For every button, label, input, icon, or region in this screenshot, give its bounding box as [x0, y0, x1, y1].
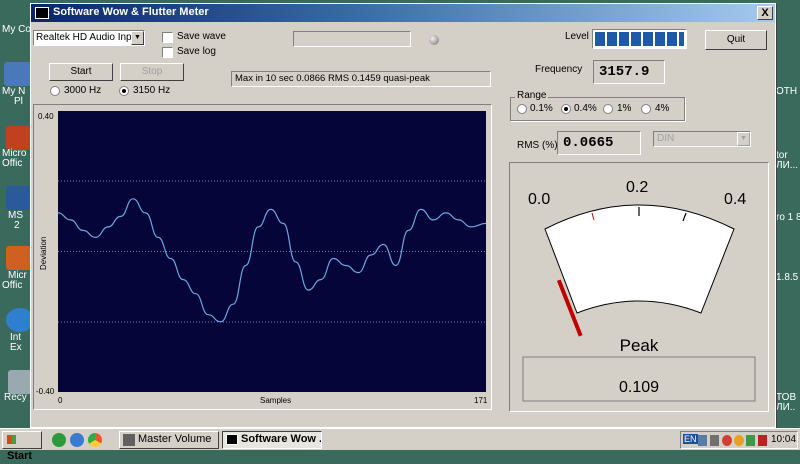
clock[interactable]: 10:04	[771, 434, 796, 445]
frequency-label: Frequency	[535, 64, 583, 75]
meter-panel: 0.0 0.2 0.4 Peak 0.109	[509, 162, 769, 412]
save-wave-checkbox[interactable]	[162, 32, 173, 43]
chevron-down-icon[interactable]: ▼	[131, 31, 144, 45]
language-indicator[interactable]: EN	[683, 434, 698, 444]
y-axis-label: Deviation	[39, 237, 48, 270]
system-tray: EN 10:04	[680, 431, 798, 449]
windows-logo-icon	[7, 435, 16, 444]
range-4-label: 4%	[655, 103, 670, 114]
device-select[interactable]: Realtek HD Audio Input ▼	[33, 30, 145, 46]
start-menu-button[interactable]: Start	[2, 431, 42, 462]
app-icon	[35, 7, 49, 19]
x-start-tick: 0	[58, 396, 63, 405]
tray-app-icon[interactable]	[722, 435, 732, 446]
tray-app-icon[interactable]	[758, 435, 767, 446]
weighting-value: DIN	[657, 133, 675, 144]
start-menu-label: Start	[7, 450, 33, 462]
range-1-label: 1%	[617, 103, 632, 114]
device-select-value: Realtek HD Audio Input	[36, 32, 140, 43]
desktop-icon-label[interactable]: Recy	[4, 392, 27, 403]
desktop-icon-label: Ex	[10, 342, 22, 353]
quicklaunch-green-icon[interactable]	[52, 433, 66, 447]
desktop-icon-label[interactable]: 1.8.5	[776, 272, 798, 283]
status-text-box: Max in 10 sec 0.0866 RMS 0.1459 quasi-pe…	[231, 71, 491, 87]
desktop-icon-label: Pl	[14, 96, 23, 107]
chrome-icon[interactable]	[88, 433, 102, 447]
taskbar-item-label: Master Volume	[138, 433, 212, 445]
freq-3150-label: 3150 Hz	[133, 85, 171, 96]
desktop-right-strip: OTH tor ЛИ... ro 1 8 1.8.5 ТОВ ЛИ..	[776, 0, 800, 428]
status-indicator-box	[293, 31, 411, 47]
quicklaunch-download-icon[interactable]	[70, 433, 84, 447]
freq-3150-radio[interactable]	[119, 86, 129, 96]
graph-panel: 0.40 -0.40 Deviation 0 171 Samples	[33, 104, 492, 410]
volume-icon	[123, 434, 135, 446]
status-text: Max in 10 sec 0.0866 RMS 0.1459 quasi-pe…	[235, 73, 430, 84]
led-indicator	[429, 35, 439, 45]
frequency-value: 3157.9	[593, 60, 665, 84]
network-tray-icon[interactable]	[698, 435, 707, 446]
rms-value: 0.0665	[557, 131, 641, 155]
deviation-graph: 0.40 -0.40 Deviation 0 171 Samples	[36, 111, 488, 405]
x-axis-label: Samples	[260, 396, 291, 405]
desktop-icon-label: Offic	[2, 280, 23, 291]
y-top-tick: 0.40	[38, 112, 54, 121]
taskbar: Start Master Volume Software Wow ... EN …	[0, 428, 800, 462]
weighting-select[interactable]: DIN ▼	[653, 131, 751, 147]
desktop-icon-label: 2	[14, 220, 20, 231]
window-title: Software Wow & Flutter Meter	[53, 6, 209, 18]
range-0.4-label: 0.4%	[574, 103, 597, 114]
save-log-checkbox[interactable]	[162, 47, 173, 58]
desktop-icon-label[interactable]: ro 1 8	[776, 212, 800, 223]
app-icon	[226, 434, 238, 445]
range-0.1-label: 0.1%	[530, 103, 553, 114]
range-0.4-radio[interactable]	[561, 104, 571, 114]
save-log-label: Save log	[177, 46, 216, 57]
y-bottom-tick: -0.40	[36, 387, 55, 396]
x-end-tick: 171	[474, 396, 488, 405]
save-wave-label: Save wave	[177, 31, 226, 42]
desktop-left-strip: My Co My N Pl Micro Offic MS 2 Micr Offi…	[0, 0, 36, 428]
level-label: Level	[565, 31, 589, 42]
desktop-icon-label: ЛИ...	[776, 160, 799, 171]
speaker-tray-icon[interactable]	[710, 435, 719, 446]
range-label: Range	[515, 90, 549, 101]
range-4-radio[interactable]	[641, 104, 651, 114]
peak-meter: 0.0 0.2 0.4 Peak 0.109	[522, 179, 756, 402]
app-window: Software Wow & Flutter Meter X Realtek H…	[30, 3, 776, 428]
level-meter-fill	[595, 32, 684, 46]
start-button[interactable]: Start	[49, 63, 113, 81]
tray-app-icon[interactable]	[746, 435, 755, 446]
chevron-down-icon[interactable]: ▼	[737, 132, 750, 146]
range-0.1-radio[interactable]	[517, 104, 527, 114]
desktop-icon-label: Offic	[2, 158, 23, 169]
meter-scale-mid: 0.2	[626, 179, 648, 196]
peak-label: Peak	[620, 336, 659, 355]
network-icon[interactable]	[4, 62, 32, 86]
taskbar-item-master-volume[interactable]: Master Volume	[119, 431, 219, 449]
desktop-icon-label[interactable]: My Co	[2, 24, 31, 35]
freq-3000-radio[interactable]	[50, 86, 60, 96]
taskbar-item-wow-flutter[interactable]: Software Wow ...	[222, 431, 322, 449]
quit-button[interactable]: Quit	[705, 30, 767, 50]
peak-value: 0.109	[619, 379, 659, 396]
meter-scale-max: 0.4	[724, 191, 746, 208]
tray-app-icon[interactable]	[734, 435, 744, 446]
title-bar[interactable]: Software Wow & Flutter Meter X	[31, 4, 775, 22]
level-meter	[592, 29, 687, 49]
meter-face	[544, 204, 735, 314]
freq-3000-label: 3000 Hz	[64, 85, 102, 96]
rms-label: RMS (%)	[517, 140, 558, 151]
stop-button[interactable]: Stop	[120, 63, 184, 81]
close-button[interactable]: X	[757, 6, 773, 20]
meter-scale-min: 0.0	[528, 191, 550, 208]
desktop-icon-label: ЛИ..	[776, 402, 796, 413]
range-1-radio[interactable]	[603, 104, 613, 114]
desktop-icon-label[interactable]: OTH	[776, 86, 797, 97]
taskbar-item-label: Software Wow ...	[241, 433, 322, 445]
